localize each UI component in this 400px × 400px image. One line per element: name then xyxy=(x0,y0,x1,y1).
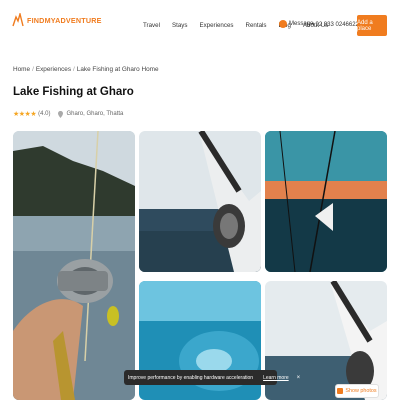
grid-icon xyxy=(337,388,344,394)
nav-item-travel[interactable]: Travel xyxy=(143,22,160,29)
breadcrumb: Home / Experiences / Lake Fishing at Gharo H… xyxy=(13,66,159,73)
rating-value: (4.0) xyxy=(38,111,51,117)
learn-more-link[interactable]: Learn more xyxy=(263,375,289,381)
notification-toast: Improve performance by enabling hardware… xyxy=(124,370,300,385)
breadcrumb-home[interactable]: Home xyxy=(13,66,30,73)
fishing-photo-icon xyxy=(13,131,135,400)
show-photos-label: Show photos xyxy=(345,388,377,394)
page-title: Lake Fishing at Gharo xyxy=(13,86,134,98)
reel-closeup-photo-icon xyxy=(265,281,387,400)
add-place-button[interactable]: Add a place xyxy=(357,15,387,36)
location-text: Gharo, Gharo, Thatta xyxy=(66,111,124,117)
site-header: FINDMYADVENTURE Travel Stays Experiences… xyxy=(0,0,400,52)
nav-item-experiences[interactable]: Experiences xyxy=(199,22,233,29)
nav-item-stays[interactable]: Stays xyxy=(172,22,187,29)
gallery-photo-main[interactable] xyxy=(13,131,135,400)
site-logo[interactable]: FINDMYADVENTURE xyxy=(12,13,102,27)
rating-stars-icon: ★★★★ xyxy=(13,111,37,118)
gallery-photo-3[interactable] xyxy=(265,131,387,272)
logo-text: FINDMYADVENTURE xyxy=(27,15,102,25)
breadcrumb-current: Lake Fishing at Gharo Home xyxy=(76,66,159,73)
location-pin-icon xyxy=(58,110,64,118)
nav-item-rentals[interactable]: Rentals xyxy=(246,22,267,29)
show-photos-button[interactable]: Show photos xyxy=(335,384,379,398)
close-icon[interactable]: × xyxy=(297,375,301,381)
sunset-rod-photo-icon xyxy=(265,131,387,272)
breadcrumb-section[interactable]: Experiences xyxy=(36,66,71,73)
gallery-photo-5[interactable] xyxy=(265,281,387,400)
whatsapp-icon xyxy=(279,20,287,28)
fishing-reel-photo-icon xyxy=(139,131,261,272)
whatsapp-label: Message xyxy=(289,21,314,27)
whatsapp-link[interactable]: Message xyxy=(279,20,313,28)
breadcrumb-separator: / xyxy=(32,66,34,73)
gallery-photo-2[interactable] xyxy=(139,131,261,272)
phone-number[interactable]: +92 333 0246622 xyxy=(312,22,359,28)
breadcrumb-separator: / xyxy=(73,66,75,73)
listing-meta: ★★★★ (4.0) Gharo, Gharo, Thatta xyxy=(13,110,123,118)
photo-gallery xyxy=(13,131,387,400)
mountain-logo-icon xyxy=(12,13,24,27)
toast-message: Improve performance by enabling hardware… xyxy=(128,374,254,381)
